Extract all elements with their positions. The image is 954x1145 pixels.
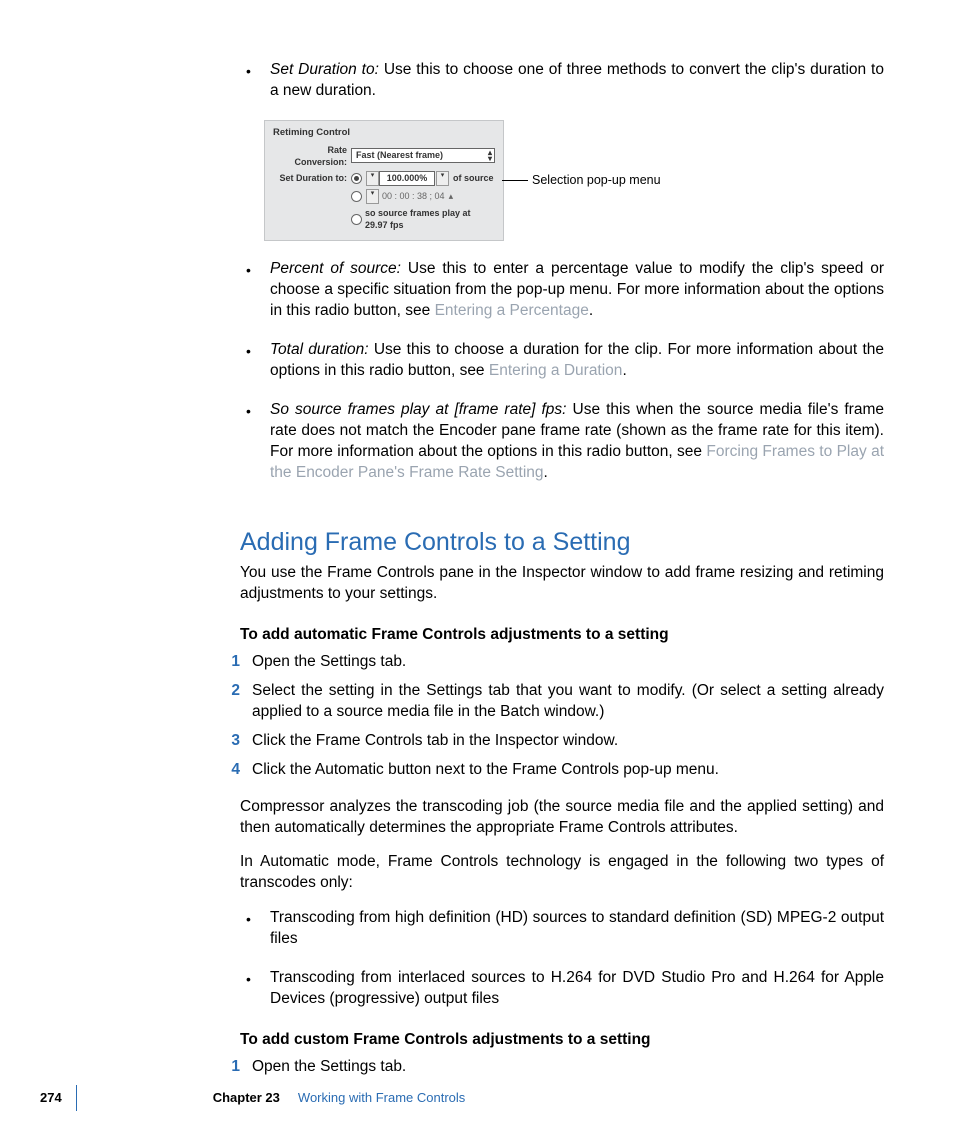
intro-para: You use the Frame Controls pane in the I… — [240, 563, 884, 605]
stepper-tc-icon[interactable]: ▾ — [366, 189, 379, 204]
tc-suffix-icon: ▴ — [449, 190, 454, 202]
page-footer: 274 Chapter 23 Working with Frame Contro… — [40, 1085, 465, 1111]
step-1: Open the Settings tab. — [252, 652, 884, 673]
term-total: Total duration: — [270, 341, 369, 358]
chapter-label: Chapter 23 — [213, 1089, 280, 1107]
rate-conversion-dropdown[interactable]: Fast (Nearest frame) ▴▾ — [351, 148, 495, 163]
step-4: Click the Automatic button next to the F… — [252, 760, 884, 781]
para-auto-mode: In Automatic mode, Frame Controls techno… — [240, 852, 884, 894]
stepper-down-icon[interactable]: ▾ — [366, 171, 379, 186]
bullet-interlaced: Transcoding from interlaced sources to H… — [270, 968, 884, 1010]
callout-text: Selection pop-up menu — [532, 172, 661, 189]
stepper-menu-icon[interactable]: ▾ — [436, 171, 449, 186]
bullet-set-duration: Set Duration to: Use this to choose one … — [270, 60, 884, 102]
text-total-b: . — [622, 362, 626, 379]
bullet-dot: • — [240, 968, 270, 1010]
bullet-fps: So source frames play at [frame rate] fp… — [270, 400, 884, 484]
chevron-updown-icon: ▴▾ — [488, 150, 492, 162]
radio-percent[interactable] — [351, 173, 362, 184]
step2-1: Open the Settings tab. — [252, 1057, 884, 1078]
bullet-dot: • — [240, 60, 270, 102]
bullet-dot: • — [240, 340, 270, 382]
heading-adding-frame-controls: Adding Frame Controls to a Setting — [240, 526, 884, 560]
link-total[interactable]: Entering a Duration — [489, 362, 623, 379]
retiming-panel: Retiming Control Rate Conversion: Fast (… — [264, 120, 504, 241]
text-fps-b: . — [544, 464, 548, 481]
step2-num-1: 1 — [222, 1057, 252, 1078]
link-percent[interactable]: Entering a Percentage — [435, 302, 589, 319]
rate-label: Rate Conversion: — [273, 144, 351, 168]
term-percent: Percent of source: — [270, 260, 401, 277]
bullet-hd: Transcoding from high definition (HD) so… — [270, 908, 884, 950]
radio-fps[interactable] — [351, 214, 362, 225]
step-3: Click the Frame Controls tab in the Insp… — [252, 731, 884, 752]
sub-custom: To add custom Frame Controls adjustments… — [240, 1030, 884, 1051]
sub-auto: To add automatic Frame Controls adjustme… — [240, 625, 884, 646]
figure-retiming: Retiming Control Rate Conversion: Fast (… — [264, 120, 884, 241]
timecode-value: 00 : 00 : 38 ; 04 — [382, 190, 445, 202]
bullet-percent: Percent of source: Use this to enter a p… — [270, 259, 884, 322]
bullet-total: Total duration: Use this to choose a dur… — [270, 340, 884, 382]
callout-line — [502, 180, 528, 181]
fps-line: so source frames play at 29.97 fps — [365, 207, 495, 231]
para-compressor: Compressor analyzes the transcoding job … — [240, 797, 884, 839]
step-2: Select the setting in the Settings tab t… — [252, 681, 884, 723]
step-num-1: 1 — [222, 652, 252, 673]
bullet-dot: • — [240, 259, 270, 322]
term-set-duration: Set Duration to: — [270, 61, 379, 78]
bullet-dot: • — [240, 400, 270, 484]
dur-label: Set Duration to: — [273, 172, 351, 184]
step-num-3: 3 — [222, 731, 252, 752]
percent-field[interactable]: 100.000% — [379, 171, 435, 186]
footer-divider — [76, 1085, 77, 1111]
of-source-label: of source — [453, 172, 494, 184]
radio-timecode[interactable] — [351, 191, 362, 202]
chapter-title: Working with Frame Controls — [298, 1089, 465, 1107]
rate-value: Fast (Nearest frame) — [356, 150, 443, 160]
step-num-4: 4 — [222, 760, 252, 781]
panel-title: Retiming Control — [273, 127, 495, 140]
term-fps: So source frames play at [frame rate] fp… — [270, 401, 566, 418]
step-num-2: 2 — [222, 681, 252, 723]
bullet-dot: • — [240, 908, 270, 950]
text-percent-b: . — [589, 302, 593, 319]
page-number: 274 — [40, 1089, 62, 1107]
